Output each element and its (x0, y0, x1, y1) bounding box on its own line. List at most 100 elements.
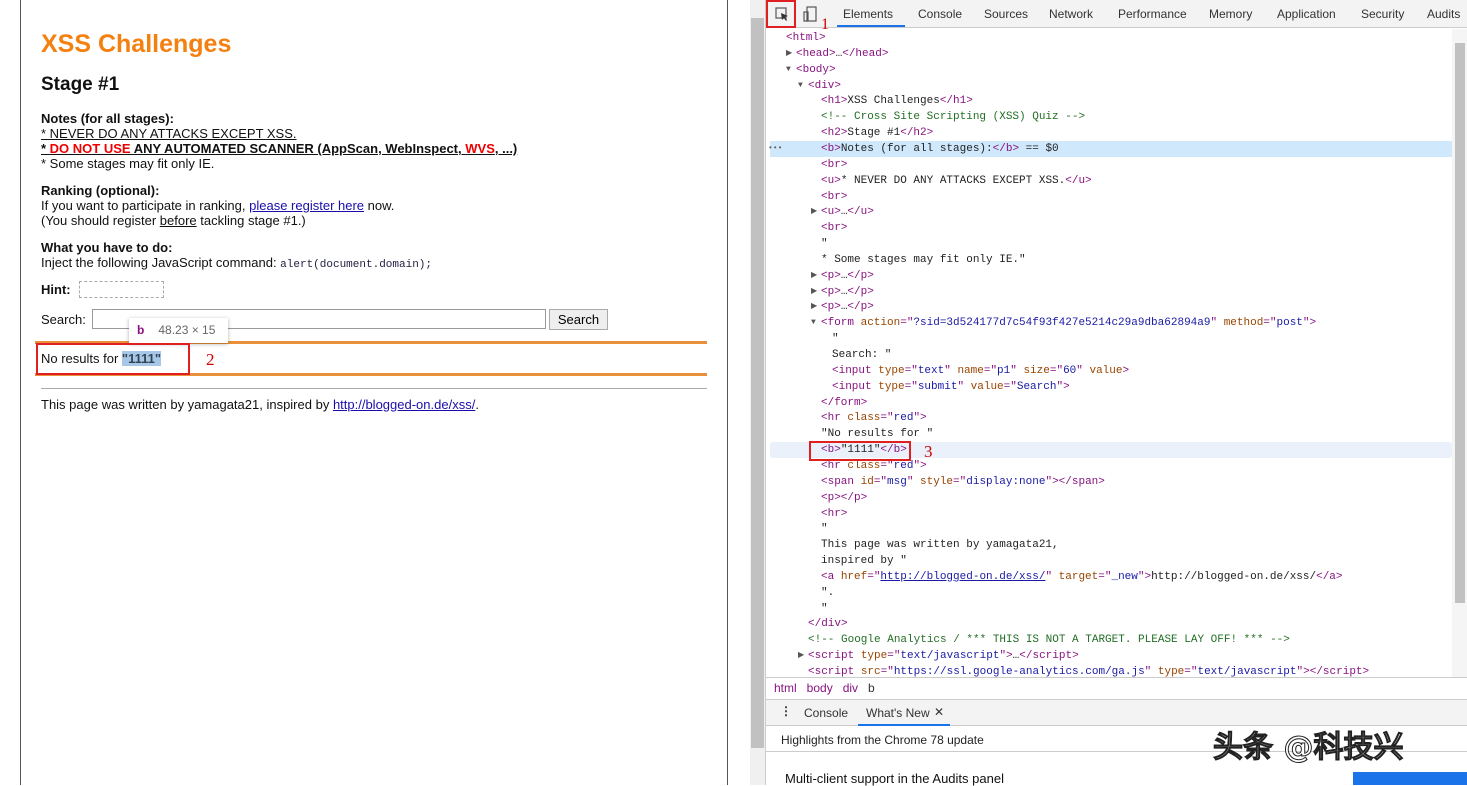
expand-arrow-icon[interactable]: ▶ (811, 299, 817, 315)
dom-token: <p></p> (821, 491, 868, 504)
scrollbar-thumb[interactable] (1455, 43, 1465, 603)
dom-token: red (893, 412, 914, 425)
dom-node[interactable]: ▶ <p>…</p> (770, 268, 1452, 284)
dom-node[interactable]: ▶ <p>…</p> (770, 284, 1452, 300)
footer-post: . (475, 397, 479, 412)
dom-node[interactable]: This page was written by yamagata21, (770, 537, 1452, 553)
dom-scrollbar[interactable] (1452, 29, 1467, 677)
dom-node[interactable]: <br> (770, 157, 1452, 173)
breadcrumb-body[interactable]: body (807, 681, 833, 695)
dom-node[interactable]: <input type="submit" value="Search"> (770, 379, 1452, 395)
collapse-arrow-icon[interactable]: ▼ (786, 62, 791, 78)
dom-token: <div> (808, 79, 842, 92)
dom-node[interactable]: <input type="text" name="p1" size="60" v… (770, 363, 1452, 379)
dom-tree: <html> ▶ <head>…</head> ▼ <body> ▼ <div> <h1>XS… (766, 29, 1452, 677)
blogged-on-link[interactable]: http://blogged-on.de/xss/ (333, 397, 475, 412)
note-1: * NEVER DO ANY ATTACKS EXCEPT XSS. (41, 126, 297, 141)
drawer-tab-whats-new[interactable]: What's New (866, 706, 930, 720)
tab-elements[interactable]: Elements (843, 7, 893, 21)
divider (41, 388, 707, 389)
dom-node[interactable]: inspired by " (770, 553, 1452, 569)
dom-token: http://blogged-on.de/xss/ (880, 570, 1046, 583)
dom-node[interactable]: " (770, 236, 1452, 252)
tooltip-tag: b (137, 323, 145, 337)
close-icon[interactable]: ✕ (934, 705, 944, 719)
dom-node[interactable]: * Some stages may fit only IE." (770, 252, 1452, 268)
dom-node[interactable]: Search: " (770, 347, 1452, 363)
dom-node[interactable]: ▼ <body> (770, 62, 1452, 78)
dom-token: ". (821, 586, 835, 599)
dom-node[interactable]: ••• <b>Notes (for all stages):</b> == $0 (768, 140, 1452, 157)
dom-node[interactable]: <hr class="red"> (770, 410, 1452, 426)
tab-performance[interactable]: Performance (1118, 7, 1187, 21)
dom-node[interactable]: <span id="msg" style="display:none"></sp… (770, 474, 1452, 490)
collapse-arrow-icon[interactable]: ▼ (798, 78, 803, 94)
dom-node[interactable]: " (770, 601, 1452, 617)
tab-network[interactable]: Network (1049, 7, 1093, 21)
ellipsis-icon[interactable]: ••• (768, 141, 782, 157)
expand-arrow-icon[interactable]: ▶ (811, 284, 817, 300)
dom-token: </head> (842, 47, 889, 60)
dom-node[interactable]: <h1>XSS Challenges</h1> (770, 93, 1452, 109)
dom-token: " (1210, 317, 1224, 330)
dom-token: "No results for " (821, 428, 934, 441)
dom-node[interactable]: ▼ <div> (770, 78, 1452, 94)
tab-security[interactable]: Security (1361, 7, 1404, 21)
dom-node[interactable]: ▶ <head>…</head> (770, 46, 1452, 62)
dom-node[interactable]: " (770, 331, 1452, 347)
dom-node[interactable]: <p></p> (770, 490, 1452, 506)
dom-token: 60 (1063, 364, 1077, 377)
dom-token: " (821, 523, 828, 536)
dom-node[interactable]: </div> (770, 616, 1452, 632)
breadcrumb-div[interactable]: div (843, 681, 858, 695)
tab-audits[interactable]: Audits (1427, 7, 1460, 21)
dom-node[interactable]: " (770, 521, 1452, 537)
dom-token: <br> (821, 190, 848, 203)
note-2: * DO NOT USE ANY AUTOMATED SCANNER (AppS… (41, 141, 517, 156)
dom-node[interactable]: <!-- Cross Site Scripting (XSS) Quiz --> (770, 109, 1452, 125)
dom-node[interactable]: <script src="https://ssl.google-analytic… (770, 664, 1452, 677)
dom-node[interactable]: "No results for " (770, 426, 1452, 442)
more-icon[interactable]: ⋮ (780, 704, 792, 718)
dom-node[interactable]: <br> (770, 189, 1452, 205)
expand-arrow-icon[interactable]: ▶ (798, 648, 804, 664)
dom-node[interactable]: ▼ <form action="?sid=3d524177d7c54f93f427… (770, 315, 1452, 331)
expand-arrow-icon[interactable]: ▶ (811, 204, 817, 220)
dom-node[interactable]: <hr> (770, 506, 1452, 522)
dom-token: " (1010, 364, 1024, 377)
scrollbar-thumb[interactable] (751, 18, 764, 748)
dom-token: https://ssl.google-analytics.com/ga.js (893, 666, 1145, 677)
breadcrumb-html[interactable]: html (774, 681, 797, 695)
dom-node[interactable]: </form> (770, 395, 1452, 411)
dom-node[interactable]: ". (770, 585, 1452, 601)
expand-arrow-icon[interactable]: ▶ (786, 46, 792, 62)
register-link[interactable]: please register here (249, 198, 364, 213)
dom-token: <u> (821, 206, 841, 219)
page-scrollbar[interactable] (750, 0, 765, 785)
collapse-arrow-icon[interactable]: ▼ (811, 315, 816, 331)
dom-node[interactable]: ▶ <u>…</u> (770, 204, 1452, 220)
dom-node[interactable]: <br> (770, 220, 1452, 236)
dom-node[interactable]: <h2>Stage #1</h2> (770, 125, 1452, 141)
dom-token: > (1122, 364, 1130, 377)
dom-token: <script (808, 650, 861, 663)
dom-node[interactable]: ▶ <script type="text/javascript">…</scrip… (770, 648, 1452, 664)
drawer-tab-console[interactable]: Console (804, 706, 848, 720)
dom-token: <u> (821, 174, 841, 187)
tab-application[interactable]: Application (1277, 7, 1336, 21)
dom-node[interactable]: <html> (770, 30, 1452, 46)
feature-image (1353, 772, 1467, 785)
dom-token: href (840, 570, 868, 583)
expand-arrow-icon[interactable]: ▶ (811, 268, 817, 284)
dom-node[interactable]: ▶ <p>…</p> (770, 299, 1452, 315)
tab-memory[interactable]: Memory (1209, 7, 1252, 21)
breadcrumb-b[interactable]: b (868, 681, 875, 695)
tab-console[interactable]: Console (918, 7, 962, 21)
dom-node[interactable]: <!-- Google Analytics / *** THIS IS NOT … (770, 632, 1452, 648)
dom-node[interactable]: <u>* NEVER DO ANY ATTACKS EXCEPT XSS.</u… (770, 173, 1452, 189)
dom-token: <html> (786, 32, 826, 44)
search-button[interactable]: Search (549, 309, 608, 330)
dom-node[interactable]: <a href="http://blogged-on.de/xss/" targ… (770, 569, 1452, 585)
device-toolbar-icon[interactable] (802, 5, 820, 23)
tab-sources[interactable]: Sources (984, 7, 1028, 21)
